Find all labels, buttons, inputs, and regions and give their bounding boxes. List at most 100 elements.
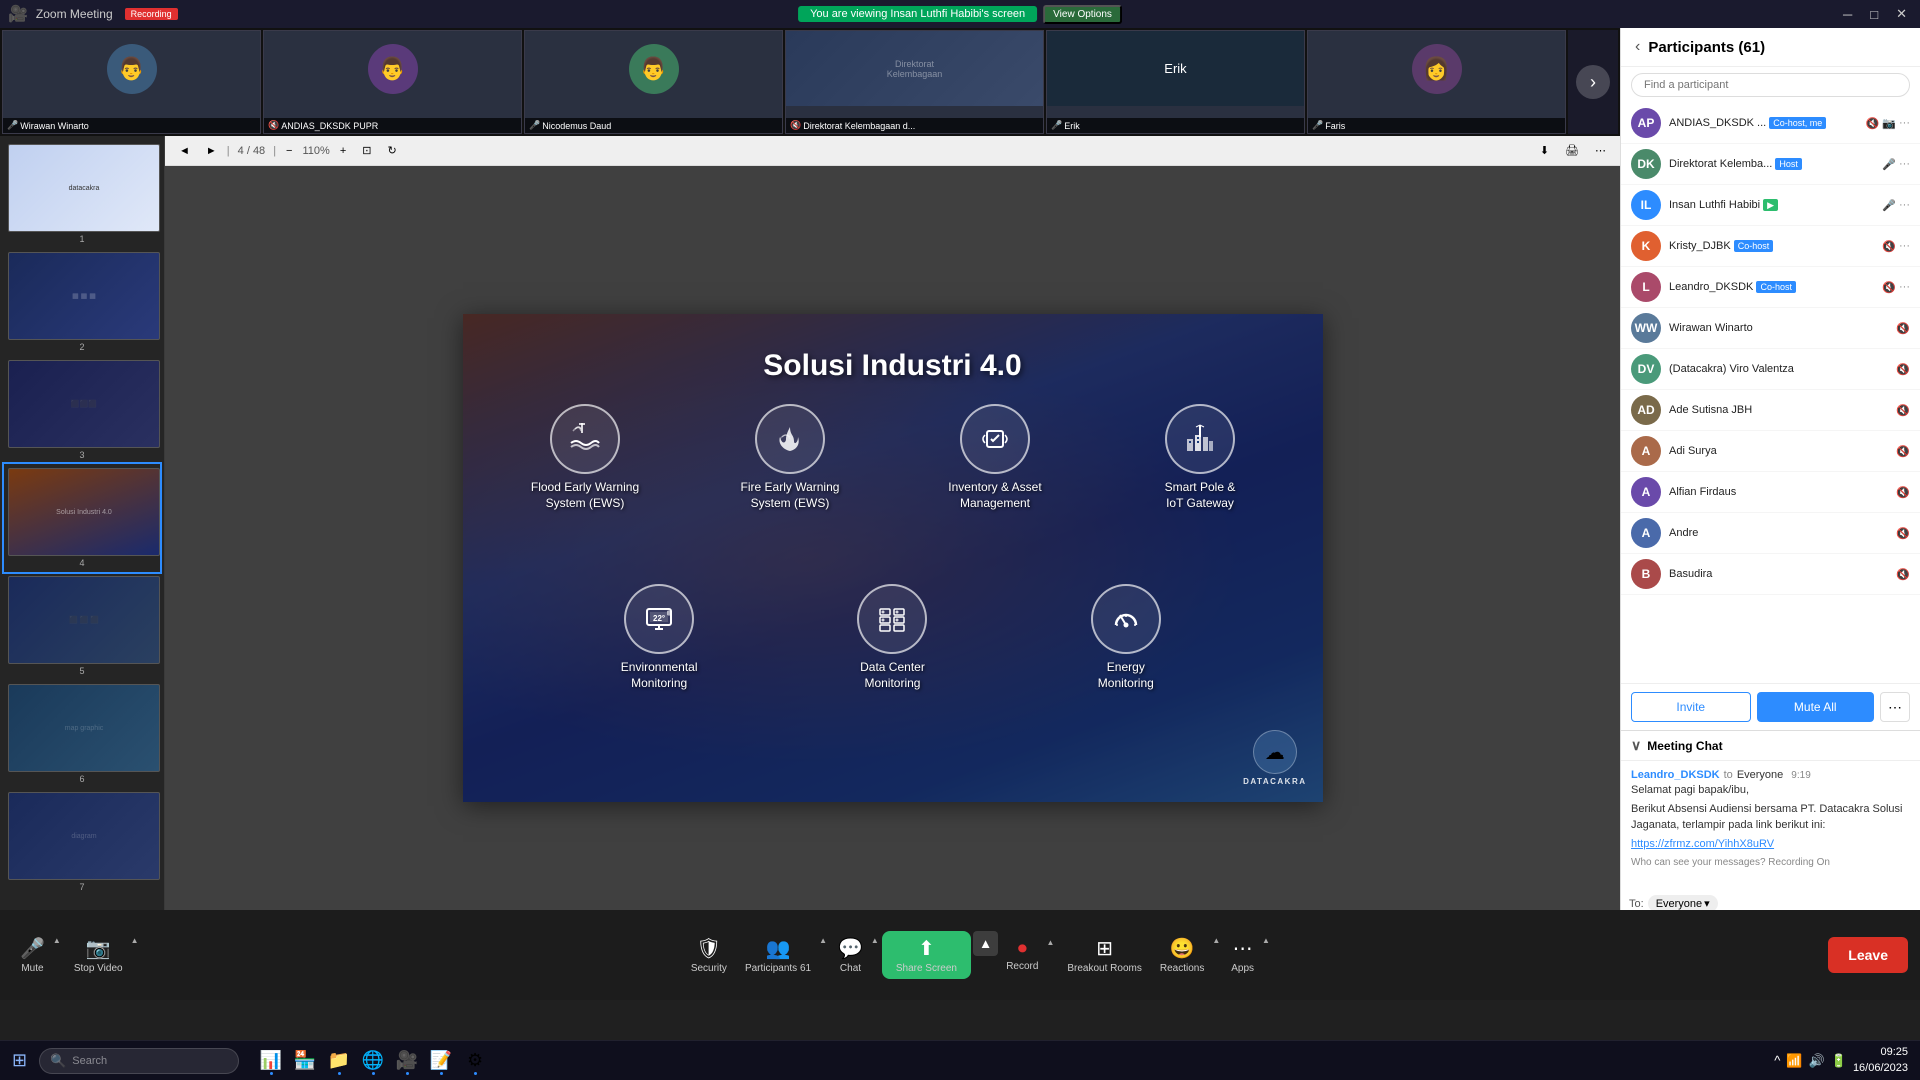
- participant-wirawan[interactable]: WW Wirawan Winarto 🔇: [1621, 308, 1920, 349]
- video-label: Stop Video: [74, 963, 123, 974]
- slide-thumb-1[interactable]: datacakra 1: [4, 140, 160, 248]
- apps-caret-icon: ▲: [1262, 936, 1270, 945]
- video-thumb-4[interactable]: DirektoratKelembagaan 🔇Direktorat Kelemb…: [785, 30, 1044, 134]
- slide-thumb-6[interactable]: map graphic 6: [4, 680, 160, 788]
- download-btn[interactable]: ⬇: [1534, 141, 1555, 160]
- close-button[interactable]: ✕: [1891, 6, 1912, 22]
- taskbar-app-files[interactable]: 📁: [323, 1045, 355, 1077]
- invite-button[interactable]: Invite: [1631, 692, 1751, 722]
- reactions-icon: 😀: [1170, 936, 1195, 961]
- volume-icon[interactable]: 🔊: [1809, 1053, 1825, 1069]
- start-button[interactable]: ⊞: [0, 1050, 39, 1071]
- record-caret-button[interactable]: ▲: [1046, 933, 1057, 952]
- video-thumb-faris[interactable]: 👩 🎤Faris: [1307, 30, 1566, 134]
- share-caret-button[interactable]: ▲: [973, 931, 998, 956]
- record-label: Record: [1006, 961, 1038, 972]
- video-thumb-2[interactable]: 👨 🔇ANDIAS_DKSDK PUPR: [263, 30, 522, 134]
- taskbar-app-word[interactable]: 📝: [425, 1045, 457, 1077]
- slide-icons-row1: Flood Early WarningSystem (EWS): [483, 404, 1303, 511]
- reactions-caret-icon: ▲: [1212, 936, 1220, 945]
- participants-more-button[interactable]: ⋯: [1880, 692, 1910, 722]
- participant-adi[interactable]: A Adi Surya 🔇: [1621, 431, 1920, 472]
- participant-viro[interactable]: DV (Datacakra) Viro Valentza 🔇: [1621, 349, 1920, 390]
- participant-avatar-w: WW: [1631, 313, 1661, 343]
- taskbar-app-edge[interactable]: 🌐: [357, 1045, 389, 1077]
- breakout-label: Breakout Rooms: [1067, 963, 1141, 974]
- taskbar-search-input[interactable]: [72, 1055, 228, 1067]
- participant-andre[interactable]: A Andre 🔇: [1621, 513, 1920, 554]
- video-caret-button[interactable]: ▲: [131, 931, 142, 950]
- participants-caret-button[interactable]: ▲: [819, 931, 830, 950]
- reactions-caret-button[interactable]: ▲: [1212, 931, 1223, 950]
- taskbar-app-store[interactable]: 🏪: [289, 1045, 321, 1077]
- mic-muted-icon: 🔇: [1866, 117, 1880, 130]
- reactions-button[interactable]: 😀 Reactions: [1152, 931, 1212, 979]
- expand-tray-icon[interactable]: ^: [1774, 1053, 1780, 1068]
- smart-pole-icon: [1165, 404, 1235, 474]
- flood-icon: [550, 404, 620, 474]
- zoom-out-btn[interactable]: −: [280, 142, 298, 160]
- chat-collapse-icon[interactable]: ∨: [1631, 737, 1641, 754]
- slide-thumb-3[interactable]: ⬛⬛⬛ 3: [4, 356, 160, 464]
- slide-page-info: 4 / 48: [238, 145, 266, 157]
- participant-name-ade: Ade Sutisna JBH: [1669, 404, 1888, 416]
- video-thumb-erik[interactable]: Erik 🎤Erik: [1046, 30, 1305, 134]
- camera-icon: 📷: [86, 936, 111, 961]
- more-btn[interactable]: ⋯: [1589, 141, 1612, 160]
- slide-thumb-4[interactable]: Solusi Industri 4.0 4: [4, 464, 160, 572]
- taskbar-app-zoom[interactable]: 🎥: [391, 1045, 423, 1077]
- video-thumb-1[interactable]: 👨 🎤Wirawan Winarto: [2, 30, 261, 134]
- fit-btn[interactable]: ⊡: [356, 141, 377, 160]
- refresh-btn[interactable]: ↻: [381, 141, 402, 160]
- chat-link[interactable]: https://zfrmz.com/YihhX8uRV: [1631, 838, 1774, 850]
- video-thumb-3[interactable]: 👨 🎤Nicodemus Daud: [524, 30, 783, 134]
- taskbar-app-widgets[interactable]: 📊: [255, 1045, 287, 1077]
- chat-note: Who can see your messages? Recording On: [1631, 857, 1910, 868]
- participant-basudira[interactable]: B Basudira 🔇: [1621, 554, 1920, 595]
- slide-thumb-2[interactable]: ▦ ▦ ▦ 2: [4, 248, 160, 356]
- participant-alfian[interactable]: A Alfian Firdaus 🔇: [1621, 472, 1920, 513]
- slide-thumb-7[interactable]: diagram 7: [4, 788, 160, 896]
- video-next-arrow[interactable]: ›: [1568, 30, 1618, 134]
- minimize-button[interactable]: ─: [1838, 6, 1857, 22]
- network-icon[interactable]: 📶: [1786, 1053, 1802, 1069]
- breakout-button[interactable]: ⊞ Breakout Rooms: [1057, 931, 1151, 979]
- view-options-button[interactable]: View Options: [1043, 5, 1122, 24]
- windows-taskbar: ⊞ 🔍 📊 🏪 📁 🌐 🎥 📝 ⚙ ^ 📶 🔊 🔋 09:25 16/06/20…: [0, 1040, 1920, 1080]
- security-button[interactable]: 🛡 Security: [681, 931, 737, 979]
- chat-button[interactable]: 💬 Chat: [830, 931, 871, 979]
- participant-insan[interactable]: IL Insan Luthfi Habibi ▶ 🎤 ···: [1621, 185, 1920, 226]
- apps-caret-button[interactable]: ▲: [1262, 931, 1273, 950]
- participant-direktorat[interactable]: DK Direktorat Kelemba... Host 🎤 ···: [1621, 144, 1920, 185]
- participant-andias[interactable]: AP ANDIAS_DKSDK ... Co-host, me 🔇 📷 ···: [1621, 103, 1920, 144]
- participant-search-area[interactable]: [1621, 67, 1920, 103]
- participant-search-input[interactable]: [1631, 73, 1910, 97]
- participant-kristy[interactable]: K Kristy_DJBK Co-host 🔇 ···: [1621, 226, 1920, 267]
- leave-button[interactable]: Leave: [1828, 937, 1908, 973]
- apps-button[interactable]: ⋯ Apps: [1223, 931, 1262, 979]
- zoom-in-btn[interactable]: +: [334, 142, 352, 160]
- slide-overlay: [463, 314, 1323, 802]
- collapse-icon[interactable]: ‹: [1635, 38, 1640, 56]
- taskbar-search-box[interactable]: 🔍: [39, 1048, 239, 1074]
- slide-panel[interactable]: datacakra 1 ▦ ▦ ▦ 2 ⬛⬛⬛ 3 Solusi Industr…: [0, 136, 165, 950]
- mute-caret-button[interactable]: ▲: [53, 931, 64, 950]
- ppt-back-btn[interactable]: ◄: [173, 142, 196, 160]
- record-button[interactable]: ⏺ Record: [998, 933, 1046, 977]
- participant-ade[interactable]: AD Ade Sutisna JBH 🔇: [1621, 390, 1920, 431]
- video-button[interactable]: 📷 Stop Video: [66, 931, 131, 979]
- system-clock[interactable]: 09:25 16/06/2023: [1853, 1045, 1908, 1076]
- maximize-button[interactable]: □: [1865, 6, 1883, 22]
- mute-all-button[interactable]: Mute All: [1757, 692, 1875, 722]
- participant-leandro[interactable]: L Leandro_DKSDK Co-host 🔇 ···: [1621, 267, 1920, 308]
- ppt-fwd-btn[interactable]: ►: [200, 142, 223, 160]
- battery-icon[interactable]: 🔋: [1831, 1053, 1847, 1069]
- taskbar-app-settings[interactable]: ⚙: [459, 1045, 491, 1077]
- slide-thumb-5[interactable]: ⬛ ⬛ ⬛ 5: [4, 572, 160, 680]
- print-btn[interactable]: 🖨: [1559, 141, 1585, 160]
- participants-title: Participants (61): [1648, 39, 1906, 56]
- chat-caret-button[interactable]: ▲: [871, 931, 882, 950]
- share-screen-button[interactable]: ⬆ Share Screen: [882, 931, 971, 979]
- mute-button[interactable]: 🎤 Mute: [12, 931, 53, 979]
- participants-button[interactable]: 👥 Participants 61: [737, 931, 819, 979]
